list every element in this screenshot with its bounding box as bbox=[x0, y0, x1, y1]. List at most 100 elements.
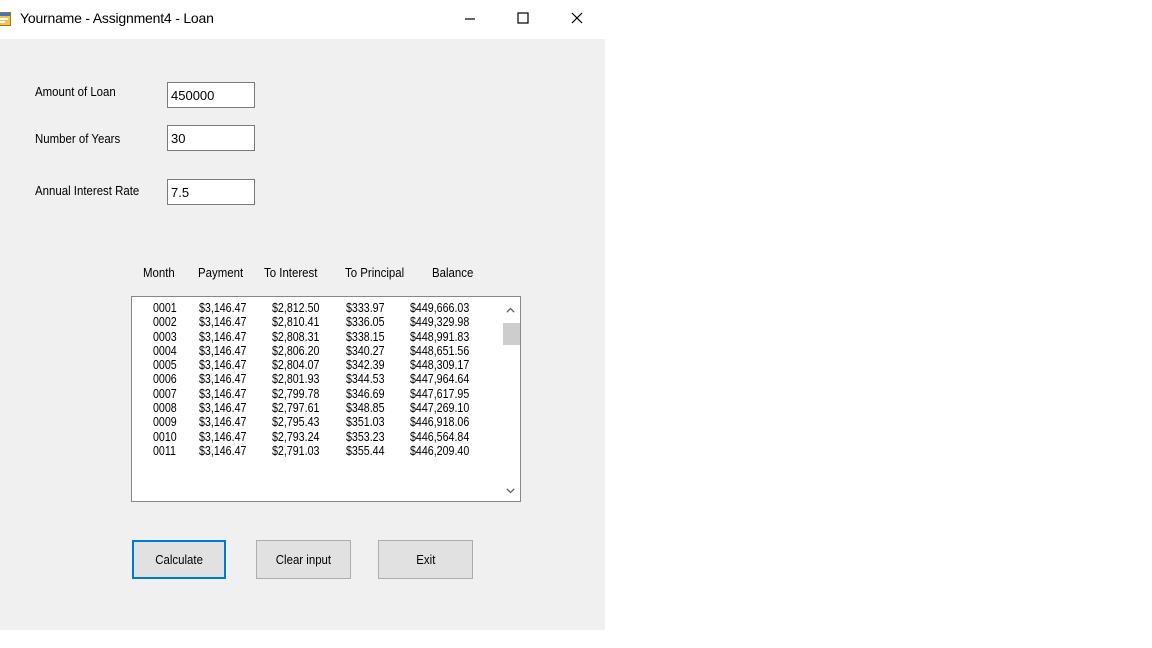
cell-month: 0002 bbox=[153, 314, 177, 330]
cell-month: 0005 bbox=[153, 357, 177, 373]
cell-balance: $448,651.56 bbox=[410, 342, 470, 358]
cell-balance: $448,309.17 bbox=[410, 357, 470, 373]
loan-window: Yourname - Assignment4 - Loan Amount of … bbox=[0, 0, 605, 630]
cell-to-interest: $2,804.07 bbox=[272, 357, 320, 373]
calculate-button-label: Calculate bbox=[155, 552, 203, 567]
cell-month: 0001 bbox=[153, 300, 177, 315]
chevron-down-icon bbox=[506, 481, 515, 499]
cell-to-interest: $2,791.03 bbox=[272, 442, 320, 458]
cell-to-principal: $342.39 bbox=[346, 357, 385, 373]
cell-payment: $3,146.47 bbox=[199, 442, 247, 458]
cell-payment: $3,146.47 bbox=[199, 328, 247, 344]
cell-balance: $446,564.84 bbox=[410, 428, 470, 444]
list-item[interactable]: 0006 $3,146.47 $2,801.93 $344.53 $447,96… bbox=[132, 371, 496, 387]
rate-label: Annual Interest Rate bbox=[35, 183, 140, 198]
cell-to-interest: $2,801.93 bbox=[272, 371, 320, 387]
cell-balance: $449,666.03 bbox=[410, 300, 470, 315]
cell-to-principal: $336.05 bbox=[346, 314, 385, 330]
cell-payment: $3,146.47 bbox=[199, 300, 247, 315]
years-label: Number of Years bbox=[35, 131, 121, 146]
cell-to-interest: $2,810.41 bbox=[272, 314, 320, 330]
cell-payment: $3,146.47 bbox=[199, 357, 247, 373]
close-button[interactable] bbox=[554, 0, 600, 36]
scroll-up-button[interactable] bbox=[501, 299, 520, 318]
cell-to-principal: $353.23 bbox=[346, 428, 385, 444]
cell-to-principal: $355.44 bbox=[346, 442, 385, 458]
cell-month: 0008 bbox=[153, 400, 177, 416]
exit-button-label: Exit bbox=[415, 552, 436, 567]
vertical-scrollbar[interactable] bbox=[501, 297, 520, 501]
header-payment: Payment bbox=[198, 265, 244, 280]
cell-payment: $3,146.47 bbox=[199, 414, 247, 430]
cell-balance: $448,991.83 bbox=[410, 328, 470, 344]
cell-month: 0011 bbox=[153, 442, 176, 458]
cell-payment: $3,146.47 bbox=[199, 371, 247, 387]
amount-input[interactable] bbox=[167, 82, 255, 108]
header-month: Month bbox=[143, 265, 175, 280]
cell-balance: $447,964.64 bbox=[410, 371, 470, 387]
maximize-icon bbox=[517, 12, 529, 24]
cell-payment: $3,146.47 bbox=[199, 385, 247, 401]
list-item[interactable]: 0001 $3,146.47 $2,812.50 $333.97 $449,66… bbox=[132, 300, 496, 315]
cell-to-principal: $348.85 bbox=[346, 400, 385, 416]
list-item[interactable]: 0010 $3,146.47 $2,793.24 $353.23 $446,56… bbox=[132, 428, 496, 444]
app-form-icon bbox=[0, 12, 11, 26]
cell-to-interest: $2,799.78 bbox=[272, 385, 320, 401]
chevron-up-icon bbox=[506, 300, 515, 318]
cell-month: 0003 bbox=[153, 328, 177, 344]
cell-month: 0010 bbox=[153, 428, 177, 444]
cell-to-principal: $338.15 bbox=[346, 328, 385, 344]
cell-payment: $3,146.47 bbox=[199, 428, 247, 444]
list-item[interactable]: 0011 $3,146.47 $2,791.03 $355.44 $446,20… bbox=[132, 442, 496, 458]
cell-balance: $446,209.40 bbox=[410, 442, 470, 458]
cell-to-principal: $333.97 bbox=[346, 300, 385, 315]
close-icon bbox=[571, 12, 583, 24]
cell-to-principal: $346.69 bbox=[346, 385, 385, 401]
list-item[interactable]: 0003 $3,146.47 $2,808.31 $338.15 $448,99… bbox=[132, 328, 496, 344]
cell-balance: $447,617.95 bbox=[410, 385, 470, 401]
rate-input[interactable] bbox=[167, 179, 255, 205]
cell-month: 0006 bbox=[153, 371, 177, 387]
minimize-button[interactable] bbox=[447, 0, 493, 36]
list-item[interactable]: 0008 $3,146.47 $2,797.61 $348.85 $447,26… bbox=[132, 400, 496, 416]
amortization-listbox[interactable]: 0001 $3,146.47 $2,812.50 $333.97 $449,66… bbox=[131, 296, 521, 502]
scroll-thumb[interactable] bbox=[503, 323, 520, 345]
cell-to-interest: $2,812.50 bbox=[272, 300, 320, 315]
cell-to-interest: $2,808.31 bbox=[272, 328, 320, 344]
header-balance: Balance bbox=[432, 265, 474, 280]
cell-balance: $449,329.98 bbox=[410, 314, 470, 330]
list-item[interactable]: 0007 $3,146.47 $2,799.78 $346.69 $447,61… bbox=[132, 385, 496, 401]
cell-to-interest: $2,793.24 bbox=[272, 428, 320, 444]
amortization-rows: 0001 $3,146.47 $2,812.50 $333.97 $449,66… bbox=[132, 300, 496, 458]
list-item[interactable]: 0002 $3,146.47 $2,810.41 $336.05 $449,32… bbox=[132, 314, 496, 330]
cell-to-interest: $2,797.61 bbox=[272, 400, 320, 416]
cell-month: 0004 bbox=[153, 342, 177, 358]
cell-to-principal: $351.03 bbox=[346, 414, 385, 430]
list-item[interactable]: 0004 $3,146.47 $2,806.20 $340.27 $448,65… bbox=[132, 342, 496, 358]
cell-payment: $3,146.47 bbox=[199, 342, 247, 358]
years-input[interactable] bbox=[167, 125, 255, 151]
clear-input-button-label: Clear input bbox=[275, 552, 332, 567]
cell-month: 0007 bbox=[153, 385, 177, 401]
maximize-button[interactable] bbox=[500, 0, 546, 36]
list-item[interactable]: 0005 $3,146.47 $2,804.07 $342.39 $448,30… bbox=[132, 357, 496, 373]
header-to-principal: To Principal bbox=[345, 265, 405, 280]
cell-to-interest: $2,795.43 bbox=[272, 414, 320, 430]
cell-month: 0009 bbox=[153, 414, 177, 430]
exit-button[interactable]: Exit bbox=[378, 540, 473, 579]
cell-balance: $447,269.10 bbox=[410, 400, 470, 416]
cell-balance: $446,918.06 bbox=[410, 414, 470, 430]
list-item[interactable]: 0009 $3,146.47 $2,795.43 $351.03 $446,91… bbox=[132, 414, 496, 430]
cell-to-interest: $2,806.20 bbox=[272, 342, 320, 358]
cell-payment: $3,146.47 bbox=[199, 400, 247, 416]
title-bar[interactable]: Yourname - Assignment4 - Loan bbox=[0, 0, 605, 39]
cell-payment: $3,146.47 bbox=[199, 314, 247, 330]
minimize-icon bbox=[464, 12, 476, 24]
cell-to-principal: $344.53 bbox=[346, 371, 385, 387]
header-to-interest: To Interest bbox=[264, 265, 318, 280]
clear-input-button[interactable]: Clear input bbox=[256, 540, 351, 579]
scroll-down-button[interactable] bbox=[501, 480, 520, 499]
window-title: Yourname - Assignment4 - Loan bbox=[20, 10, 214, 26]
calculate-button[interactable]: Calculate bbox=[132, 540, 226, 579]
amount-label: Amount of Loan bbox=[35, 84, 116, 99]
